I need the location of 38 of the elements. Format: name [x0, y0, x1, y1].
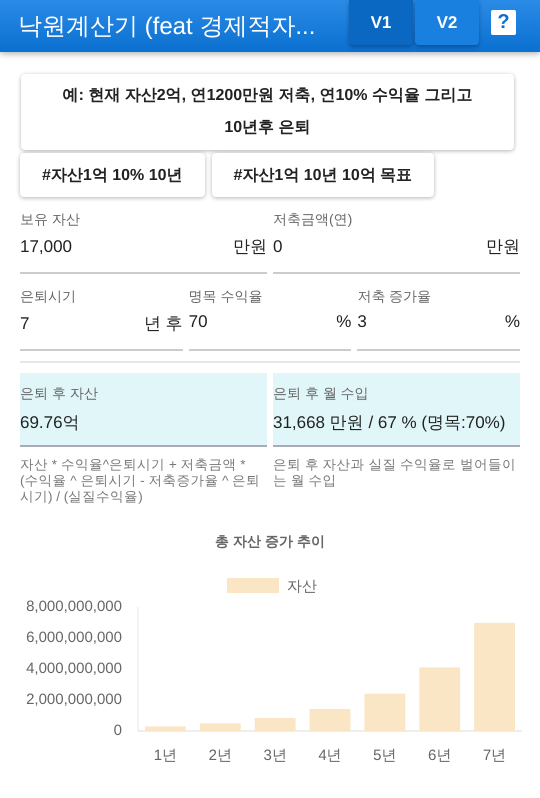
- help-icon[interactable]: ?: [491, 10, 516, 35]
- result-value: 31,668 만원 / 67 % (명목:70%): [273, 412, 506, 434]
- y-tick-label: 4,000,000,000: [26, 660, 122, 677]
- x-tick-label: 5년: [373, 747, 397, 764]
- version-tab[interactable]: V2: [415, 0, 479, 45]
- x-tick-label: 7년: [482, 747, 506, 764]
- preset-button[interactable]: #자산1억 10% 10년: [20, 153, 205, 197]
- bar: [419, 667, 460, 731]
- y-tick-label: 2,000,000,000: [26, 690, 122, 708]
- input-field[interactable]: 저축 증가율 3 %: [357, 288, 520, 351]
- formula-note: 자산 * 수익율^은퇴시기 + 저축금액 * (수익율 ^ 은퇴시기 - 저축증가율 ^ 은퇴시기) / (실질수익율): [20, 457, 262, 505]
- result-value: 69.76억: [20, 412, 81, 434]
- x-tick-label: 6년: [428, 747, 452, 764]
- y-tick-label: 8,000,000,000: [26, 598, 122, 615]
- app-title: 낙원계산기 (feat 경제적자...: [17, 12, 316, 42]
- chart-title: 총 자산 증가 추이: [215, 533, 325, 549]
- version-tab[interactable]: V1: [349, 0, 413, 45]
- x-tick-label: 4년: [318, 747, 342, 764]
- bar: [310, 709, 350, 731]
- bar: [200, 723, 241, 731]
- y-tick-label: 6,000,000,000: [26, 628, 122, 646]
- x-tick-label: 1년: [154, 747, 178, 764]
- y-tick-label: 0: [114, 722, 122, 739]
- formula-note: 은퇴 후 자산과 실질 수익율로 벌어들이는 월 수입: [273, 457, 517, 489]
- input-field[interactable]: 은퇴시기 7 년 후: [20, 288, 183, 351]
- x-tick-label: 3년: [263, 747, 287, 764]
- legend-label: 자산: [287, 578, 317, 595]
- input-field[interactable]: 보유 자산 17,000 만원: [20, 211, 267, 274]
- bar: [145, 726, 186, 731]
- result-label: 은퇴 후 자산: [20, 385, 99, 403]
- result-label: 은퇴 후 월 수입: [273, 385, 370, 403]
- preset-button[interactable]: #자산1억 10년 10억 목표: [212, 153, 434, 197]
- input-field[interactable]: 명목 수익율 70 %: [188, 288, 352, 351]
- bar: [254, 718, 296, 731]
- example-button[interactable]: 예: 현재 자산2억, 연1200만원 저축, 연10% 수익율 그리고 10년후 은퇴: [21, 74, 514, 150]
- bar: [364, 694, 406, 731]
- input-field[interactable]: 저축금액(연) 0 만원: [273, 211, 520, 274]
- x-tick-label: 2년: [208, 747, 232, 764]
